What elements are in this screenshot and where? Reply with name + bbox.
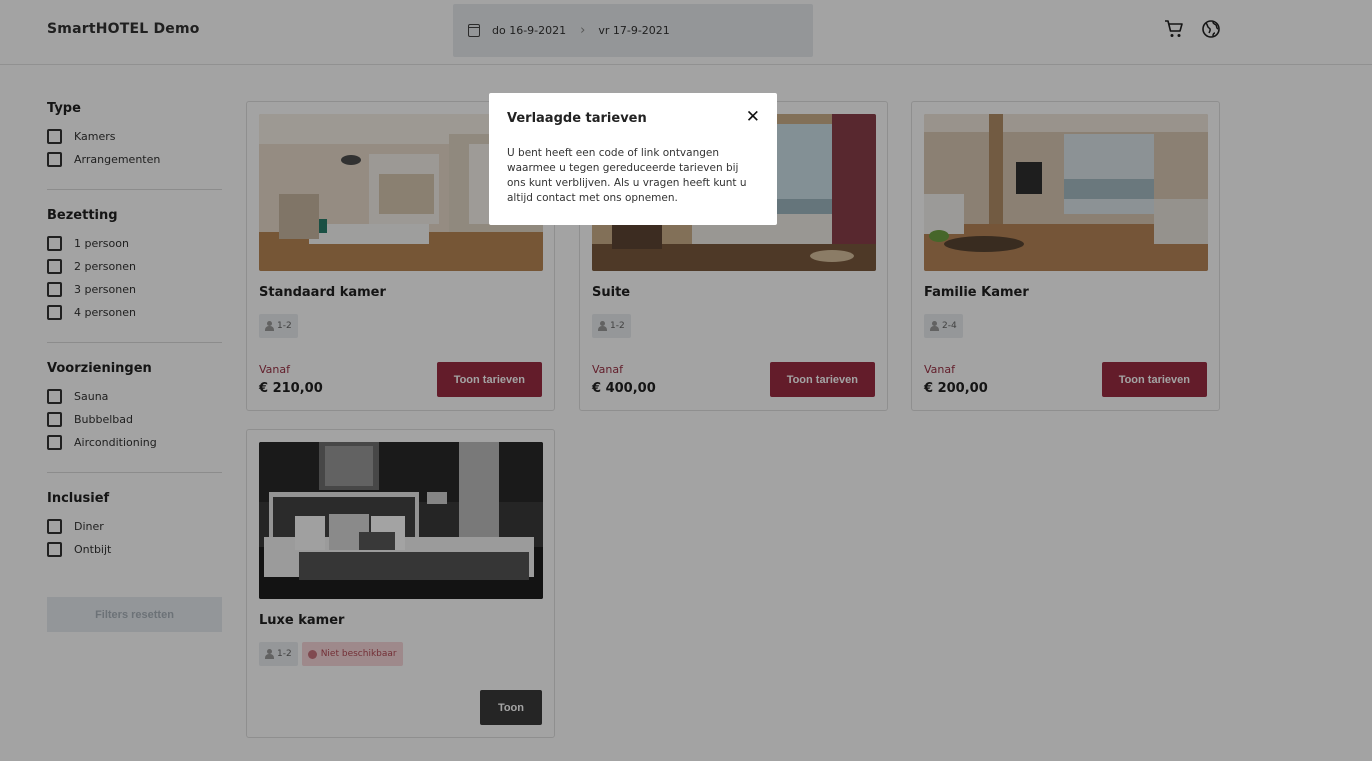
modal-title: Verlaagde tarieven (507, 111, 647, 126)
reduced-rates-modal: Verlaagde tarieven ✕ U bent heeft een co… (489, 93, 777, 225)
modal-body: U bent heeft een code of link ontvangen … (507, 147, 747, 204)
close-icon[interactable]: ✕ (746, 109, 760, 126)
